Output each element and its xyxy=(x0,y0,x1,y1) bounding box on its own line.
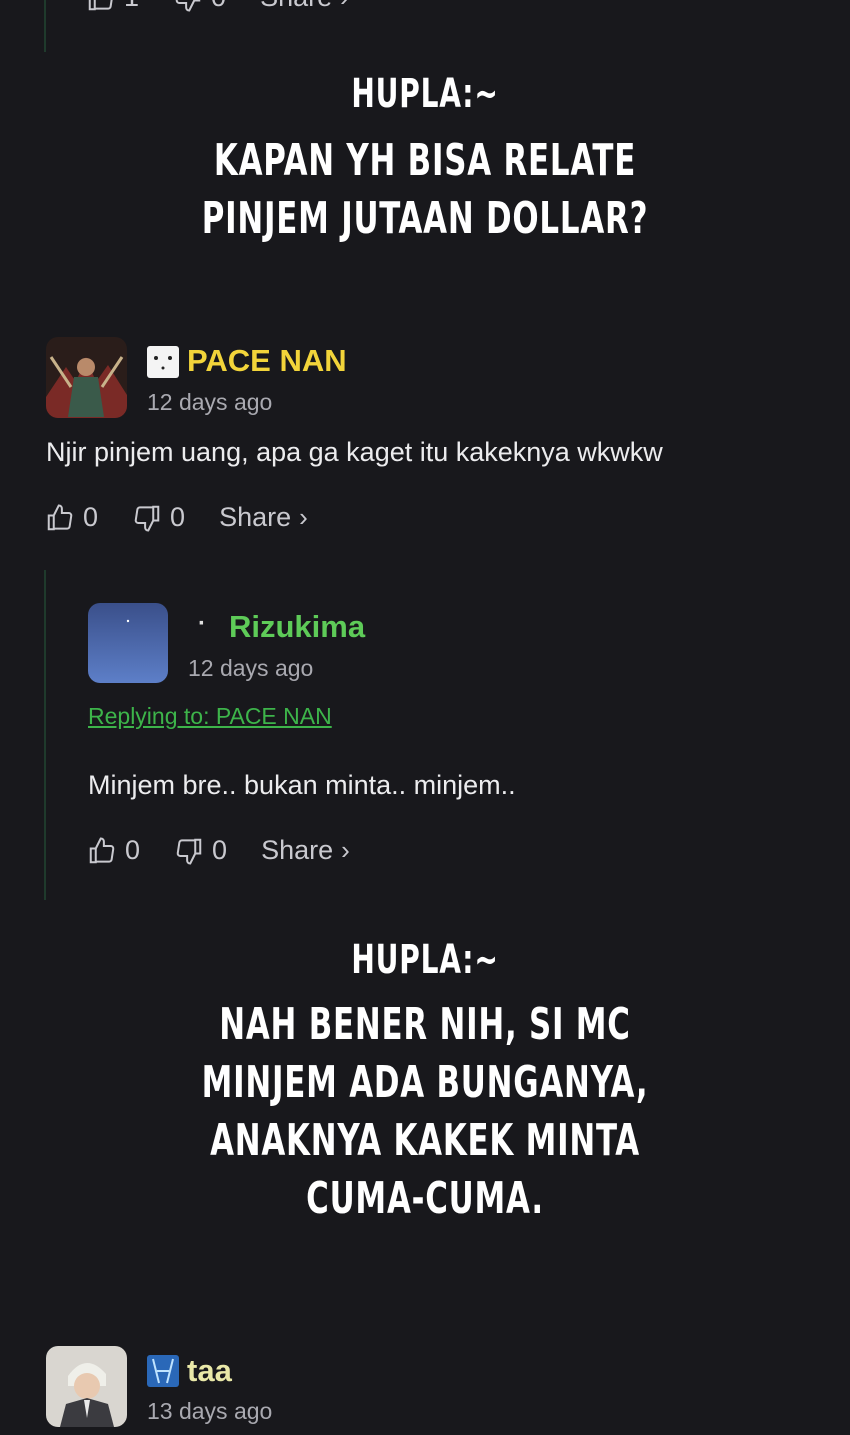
reply-username[interactable]: Rizukima xyxy=(229,609,365,645)
avatar[interactable] xyxy=(46,1346,127,1427)
reply-text: Minjem bre.. bukan minta.. minjem.. xyxy=(88,770,516,800)
caption-line: KAPAN YH BISA RELATE xyxy=(213,135,637,186)
thread-line-reply xyxy=(44,570,46,900)
comment-actions: 0 0 Share › xyxy=(45,502,308,533)
like-count: 0 xyxy=(125,835,141,865)
thumbs-up-icon xyxy=(88,0,113,10)
avatar-image xyxy=(88,603,168,683)
user-badge-icon xyxy=(147,346,179,378)
like-button[interactable]: 0 xyxy=(87,835,140,866)
avatar-image xyxy=(46,337,127,418)
like-count: 0 xyxy=(83,502,99,532)
dislike-button[interactable]: 0 xyxy=(132,502,185,533)
reply-username-prefix: · xyxy=(198,610,206,637)
thumbs-up-icon xyxy=(47,503,73,530)
comment-timestamp: 12 days ago xyxy=(147,389,273,415)
dislike-button[interactable]: 0 xyxy=(173,0,226,13)
thumbs-down-icon xyxy=(176,838,202,865)
share-button[interactable]: Share › xyxy=(260,0,349,13)
share-button[interactable]: Share › xyxy=(261,835,350,866)
reply-actions: 0 0 Share › xyxy=(87,835,350,866)
caption-line: NAH BENER NIH, SI MC xyxy=(219,999,631,1050)
avatar-image xyxy=(46,1346,127,1427)
share-label: Share xyxy=(219,502,292,532)
like-button[interactable]: 0 xyxy=(45,502,98,533)
caption-line: CUMA-CUMA. xyxy=(306,1173,544,1224)
share-label: Share xyxy=(261,835,334,865)
caption-line: ANAKNYA KAKEK MINTA xyxy=(210,1115,640,1166)
comment-timestamp: 13 days ago xyxy=(147,1398,273,1424)
top-comment-actions: 1 0 Share › xyxy=(86,0,349,13)
caption-line: MINJEM ADA BUNGANYA, xyxy=(201,1057,649,1108)
replying-to-link[interactable]: Replying to: PACE NAN xyxy=(88,703,332,730)
caption-label: HUPLA:~ xyxy=(351,71,499,117)
comment-username[interactable]: taa xyxy=(187,1353,232,1389)
like-count: 1 xyxy=(124,0,139,13)
caption-overlay-2: HUPLA:~ NAH BENER NIH, SI MC MINJEM ADA … xyxy=(0,936,850,1228)
share-button[interactable]: Share › xyxy=(219,502,308,533)
reply-timestamp: 12 days ago xyxy=(188,655,314,681)
comment-text: Njir pinjem uang, apa ga kaget itu kakek… xyxy=(46,437,663,467)
dislike-count: 0 xyxy=(212,835,228,865)
dislike-button[interactable]: 0 xyxy=(174,835,227,866)
caption-label: HUPLA:~ xyxy=(351,937,499,983)
chevron-right-icon: › xyxy=(299,502,308,532)
avatar[interactable] xyxy=(88,603,168,683)
caption-overlay-1: HUPLA:~ KAPAN YH BISA RELATE PINJEM JUTA… xyxy=(0,70,850,248)
comment-username[interactable]: PACE NAN xyxy=(187,343,347,379)
dislike-count: 0 xyxy=(170,502,186,532)
thumbs-up-icon xyxy=(89,836,115,863)
thread-line-top xyxy=(44,0,46,52)
user-badge-icon xyxy=(147,1355,179,1387)
share-label: Share xyxy=(260,0,332,13)
like-button[interactable]: 1 xyxy=(86,0,139,13)
thumbs-down-icon xyxy=(134,505,160,532)
avatar[interactable] xyxy=(46,337,127,418)
thumbs-down-icon xyxy=(175,0,201,12)
chevron-right-icon: › xyxy=(340,0,349,13)
dislike-count: 0 xyxy=(211,0,226,13)
chevron-right-icon: › xyxy=(341,835,350,865)
caption-line: PINJEM JUTAAN DOLLAR? xyxy=(201,193,649,244)
